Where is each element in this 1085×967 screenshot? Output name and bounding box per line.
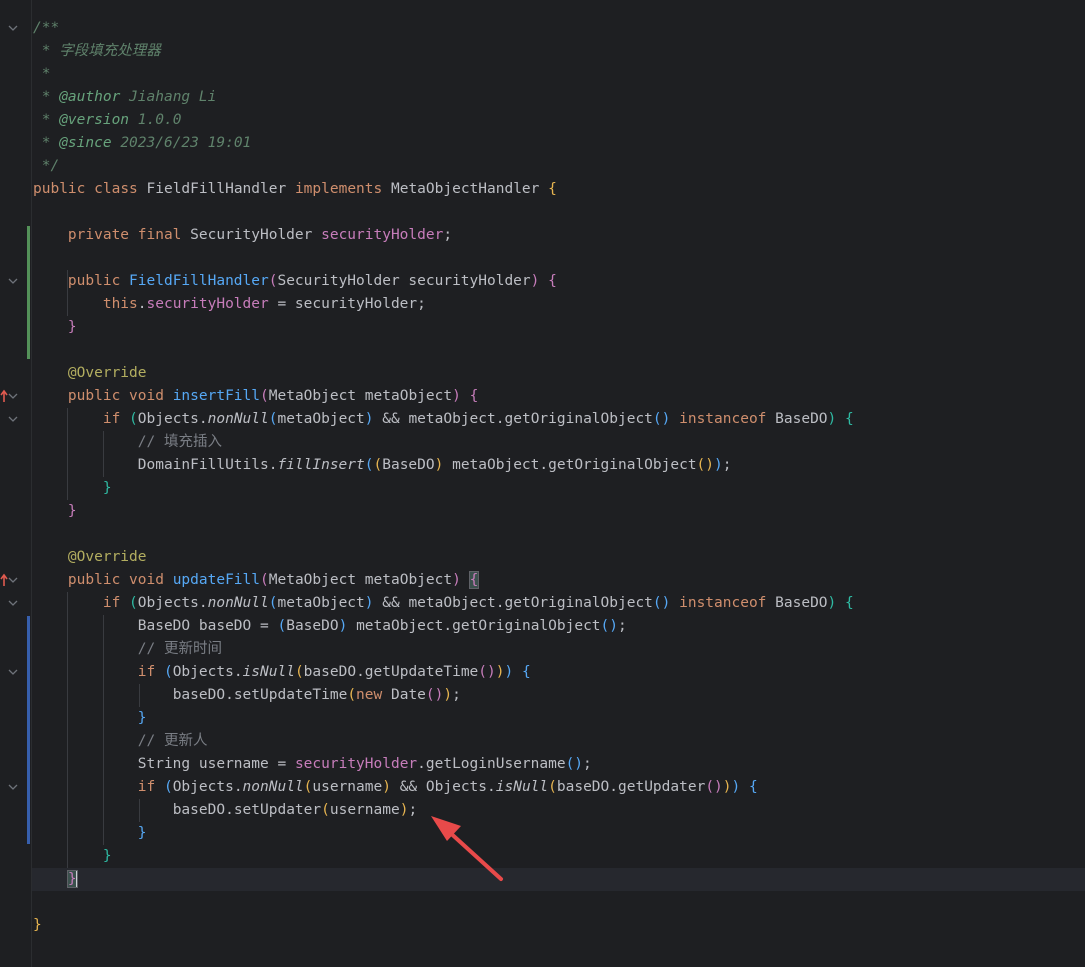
code-line: BaseDO baseDO = (BaseDO) metaObject.getO… [137,618,627,634]
class-name[interactable]: FieldFillHandler [147,181,287,197]
doc-tag: @version [59,112,130,128]
code-line: } [67,319,77,335]
fold-chevron-down-icon[interactable] [8,23,18,33]
interface-name[interactable]: MetaObjectHandler [391,181,539,197]
override-method-icon[interactable] [0,388,8,402]
code-line: baseDO.setUpdater(username); [172,802,418,818]
doc-tag: @author [59,89,121,105]
code-line: public class FieldFillHandler implements… [33,181,557,197]
code-line: * @since 2023/6/23 19:01 [33,135,252,151]
method-name[interactable]: updateFill [173,572,260,588]
doc-tag: @since [59,135,112,151]
annotation: @Override [67,549,147,565]
field-name[interactable]: securityHolder [321,227,443,243]
text-cursor [75,870,78,888]
doc-value: 1.0.0 [137,112,182,128]
code-line: } [102,848,112,864]
doc-comment: * 字段填充处理器 [33,43,161,59]
code-line: // 填充插入 [32,431,1085,454]
line-comment: // 填充插入 [137,434,222,450]
code-line: // 更新时间 [32,638,1085,661]
matched-brace: { [468,571,480,589]
code-line: // 更新人 [32,730,1085,753]
code-line: * 字段填充处理器 [32,40,1085,63]
method-name[interactable]: insertFill [173,388,260,404]
doc-comment: /** [33,20,60,36]
code-line: } [137,825,147,841]
doc-value: 2023/6/23 19:01 [120,135,252,151]
doc-value: Jiahang Li [129,89,217,105]
vcs-modified-marker[interactable] [27,616,30,844]
code-line: * [32,63,1085,86]
code-line: } [33,917,42,933]
code-line: */ [32,155,1085,178]
code-line: /** [32,17,1085,40]
code-line: public FieldFillHandler(SecurityHolder s… [67,273,557,289]
code-line: } [102,480,112,496]
code-line: * @version 1.0.0 [33,112,182,128]
code-line: String username = securityHolder.getLogi… [137,756,592,772]
code-line-current: } [32,868,1085,891]
code-line: public void updateFill(MetaObject metaOb… [67,571,480,589]
code-line: @Override [32,362,1085,385]
vcs-added-marker[interactable] [27,226,30,359]
code-line: if (Objects.nonNull(metaObject) && metaO… [102,411,854,427]
fold-chevron-down-icon[interactable] [8,391,18,401]
annotation: @Override [67,365,147,381]
fold-chevron-down-icon[interactable] [8,598,18,608]
code-line: } [137,710,147,726]
code-line: if (Objects.nonNull(username) && Objects… [137,779,758,795]
code-line: @Override [32,546,1085,569]
code-editor[interactable]: /** * 字段填充处理器 * * @author Jiahang Li * @… [32,0,1085,967]
code-line: * @author Jiahang Li [33,89,217,105]
line-comment: // 更新时间 [137,641,222,657]
doc-comment: */ [33,158,60,174]
code-line: } [67,503,77,519]
code-line: baseDO.setUpdateTime(new Date()); [172,687,461,703]
constructor-name[interactable]: FieldFillHandler [129,273,269,289]
code-line: if (Objects.nonNull(metaObject) && metaO… [102,595,854,611]
doc-comment: * [33,66,51,82]
fold-chevron-down-icon[interactable] [8,414,18,424]
code-line: private final SecurityHolder securityHol… [67,227,453,243]
fold-chevron-down-icon[interactable] [8,575,18,585]
code-line: DomainFillUtils.fillInsert((BaseDO) meta… [137,457,732,473]
fold-chevron-down-icon[interactable] [8,667,18,677]
editor-gutter [0,0,32,967]
code-line: this.securityHolder = securityHolder; [102,296,426,312]
fold-chevron-down-icon[interactable] [8,782,18,792]
code-line: if (Objects.isNull(baseDO.getUpdateTime(… [137,664,531,680]
line-comment: // 更新人 [137,733,208,749]
code-line: public void insertFill(MetaObject metaOb… [67,388,479,404]
override-method-icon[interactable] [0,572,8,586]
fold-chevron-down-icon[interactable] [8,276,18,286]
